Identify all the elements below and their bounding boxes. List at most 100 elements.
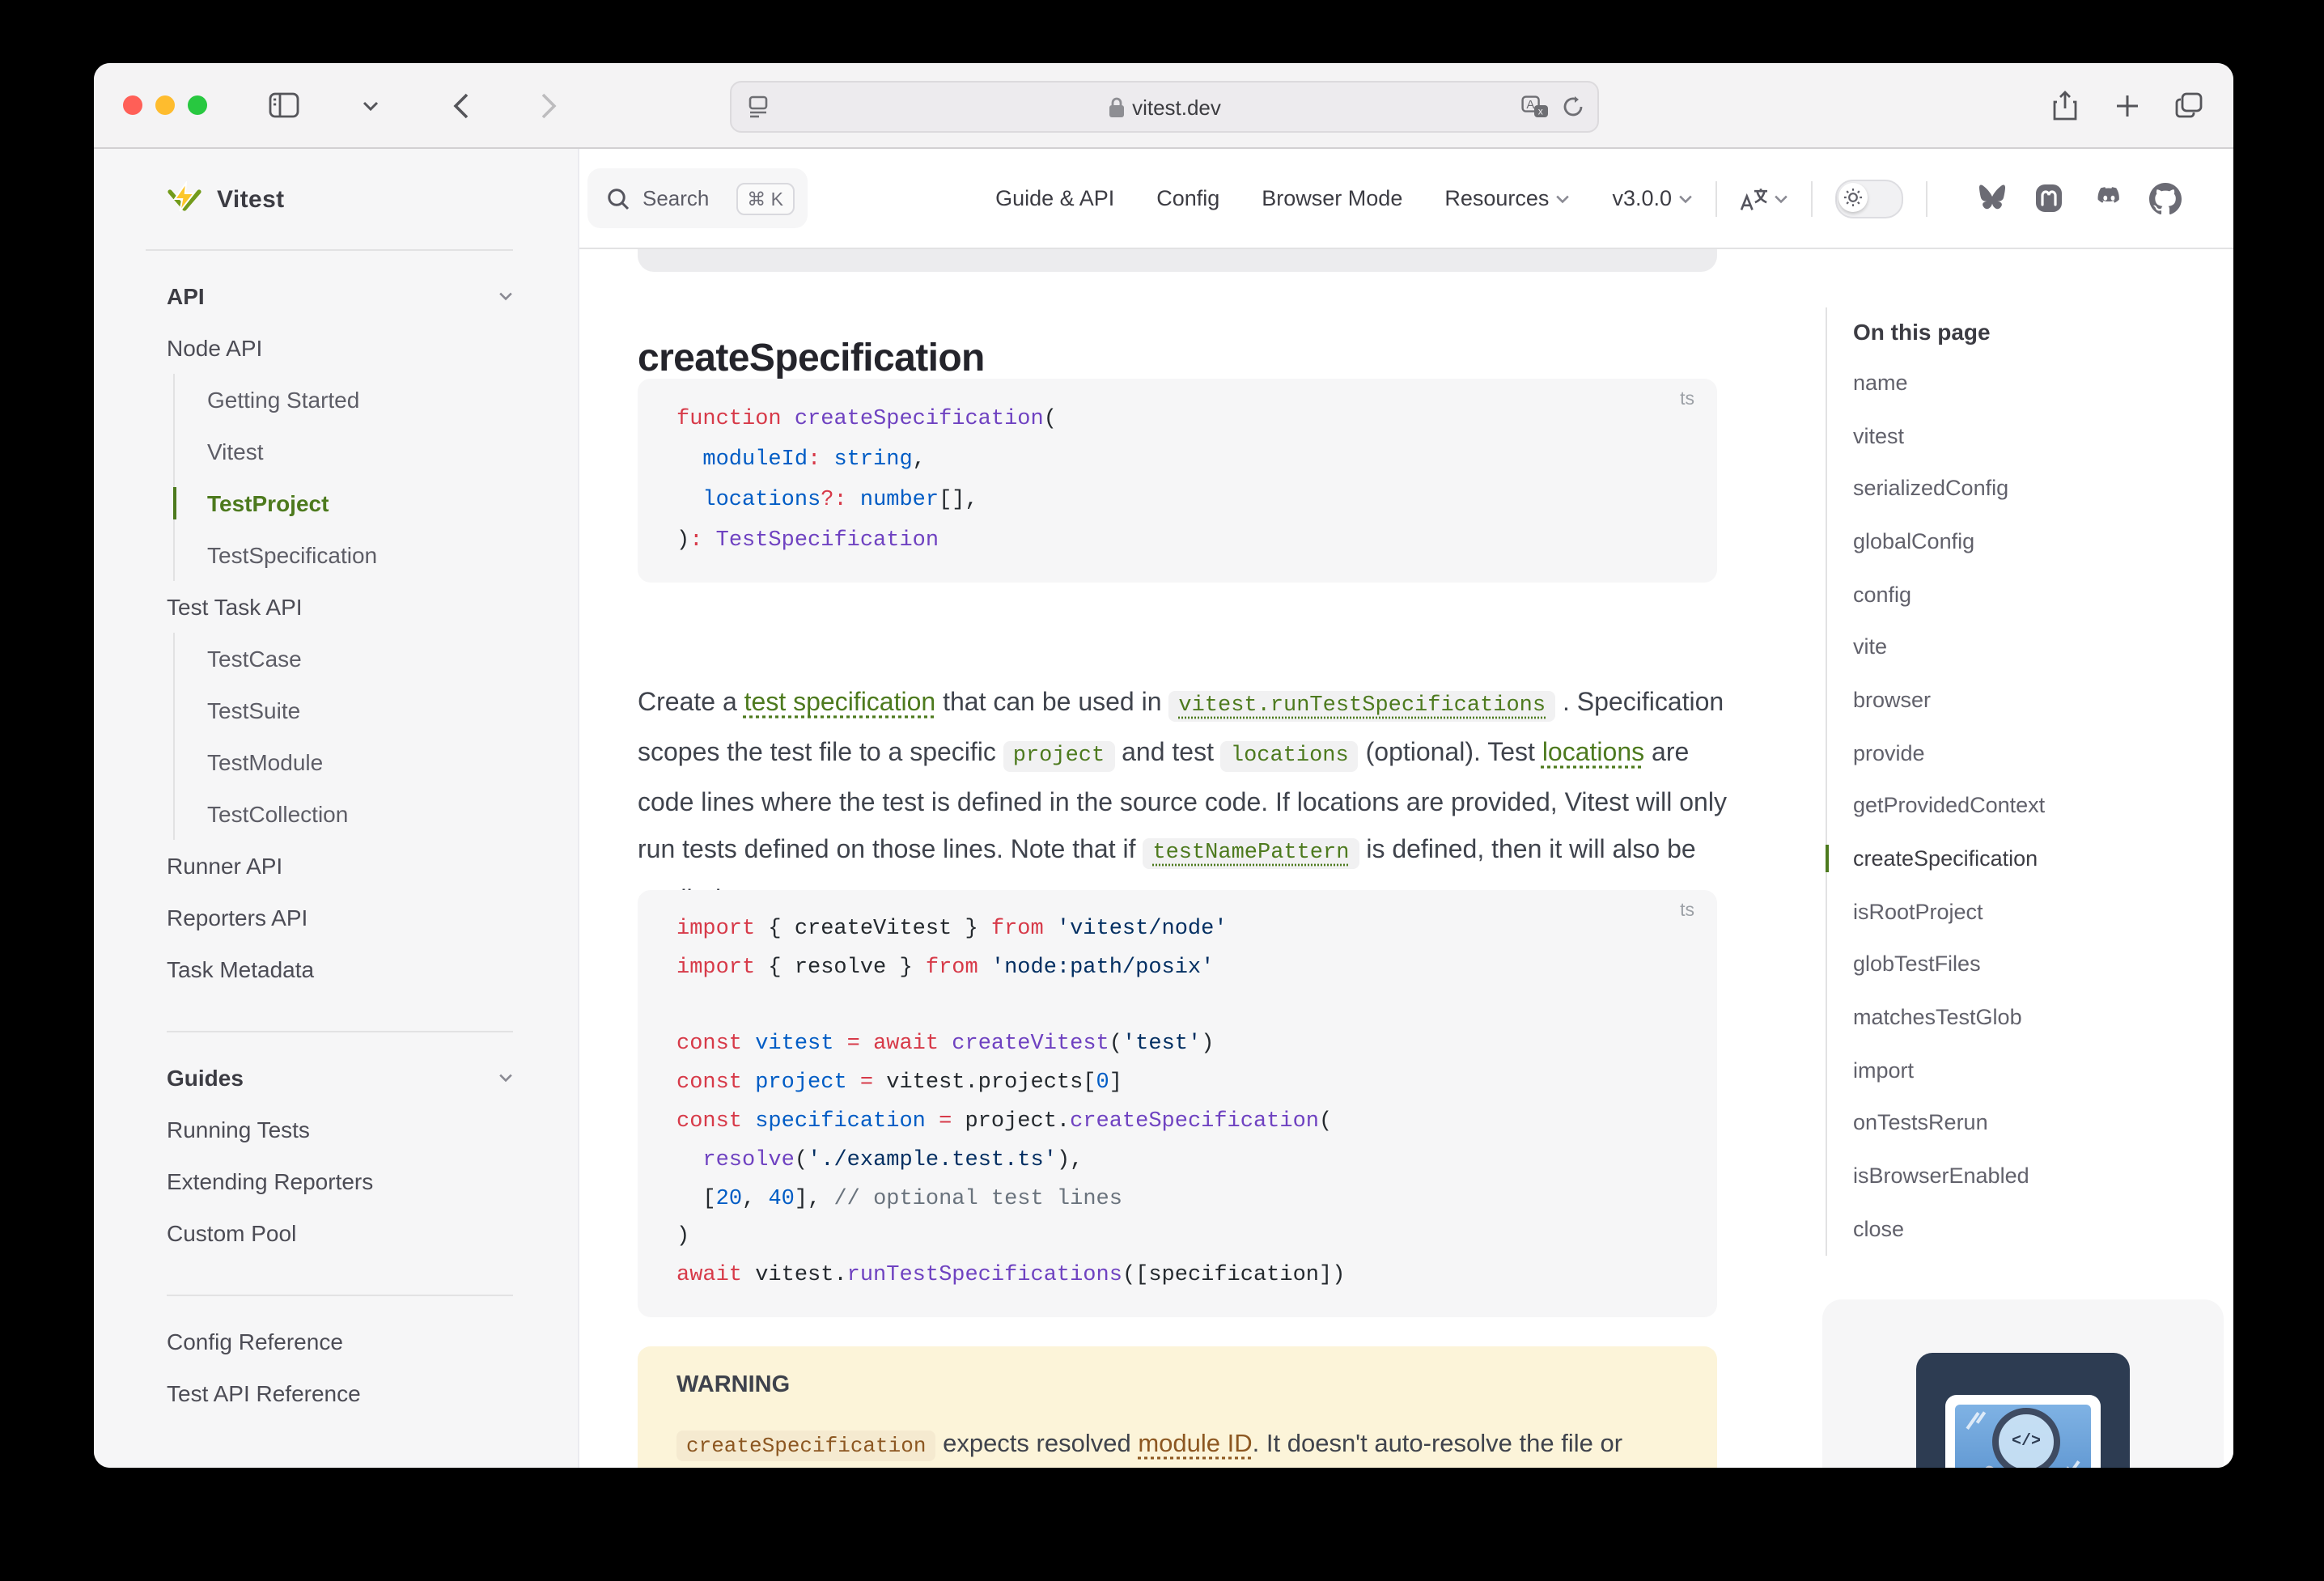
toc-item-getprovidedcontext[interactable]: getProvidedContext [1853, 779, 2198, 832]
address-bar[interactable]: vitest.dev A x [730, 81, 1599, 133]
sidebar-item-test-api-reference[interactable]: Test API Reference [167, 1367, 513, 1419]
sidebar-item-config-reference[interactable]: Config Reference [167, 1316, 513, 1367]
forward-button[interactable] [541, 63, 557, 147]
code-line: [20, 40], // optional test lines [676, 1180, 1678, 1219]
sidebar-toggle-icon[interactable] [269, 63, 299, 147]
social-links [1976, 182, 2182, 214]
code-line: import { createVitest } from 'vitest/nod… [676, 911, 1678, 950]
toc-item-vitest[interactable]: vitest [1853, 409, 2198, 461]
site-navbar: Search ⌘ K Guide & API Config Browser Mode… [579, 149, 2233, 249]
language-menu[interactable] [1740, 185, 1788, 211]
toc-item-config[interactable]: config [1853, 568, 2198, 621]
chevron-down-icon [498, 1073, 513, 1083]
sidebar-item-custom-pool[interactable]: Custom Pool [167, 1207, 513, 1259]
tab-overview-icon[interactable] [2175, 63, 2203, 147]
sidebar-item-getting started[interactable]: Getting Started [207, 374, 513, 426]
sidebar-item-testcase[interactable]: TestCase [207, 633, 513, 685]
mastodon-icon[interactable] [2034, 182, 2063, 214]
sidebar-item-running-tests[interactable]: Running Tests [167, 1104, 513, 1155]
nav-item-resources[interactable]: Resources [1444, 186, 1570, 210]
sponsor-card[interactable]: </> [1822, 1299, 2224, 1468]
toc-item-matchestestglob[interactable]: matchesTestGlob [1853, 991, 2198, 1044]
page-title: createSpecification [638, 337, 985, 382]
text-link[interactable]: module ID [1138, 1431, 1252, 1458]
toc-item-provide[interactable]: provide [1853, 727, 2198, 779]
toc-item-isbrowserenabled[interactable]: isBrowserEnabled [1853, 1150, 2198, 1202]
text-run: expects resolved [935, 1431, 1138, 1458]
code-search-icon: </> [1992, 1408, 2060, 1468]
toc-item-globtestfiles[interactable]: globTestFiles [1853, 938, 2198, 990]
nav-item-guide-api[interactable]: Guide & API [995, 186, 1114, 210]
close-window-button[interactable] [123, 95, 142, 115]
vitest-logo[interactable]: Vitest [167, 149, 513, 249]
navbar-divider [1811, 180, 1813, 216]
code-line: const specification = project.createSpec… [676, 1104, 1678, 1142]
sidebar-item-node-api[interactable]: Node API [167, 322, 513, 374]
back-button[interactable] [453, 63, 469, 147]
sidebar-item-testspecification[interactable]: TestSpecification [207, 529, 513, 581]
reload-icon[interactable] [1562, 83, 1584, 131]
sponsor-illustration: </> [1916, 1353, 2130, 1468]
nav-item-config[interactable]: Config [1156, 186, 1219, 210]
chevron-down-icon [1774, 193, 1788, 203]
toc-item-close[interactable]: close [1853, 1202, 2198, 1255]
toc-item-vite[interactable]: vite [1853, 621, 2198, 673]
bluesky-icon[interactable] [1976, 184, 2008, 213]
sidebar-group-title-api[interactable]: API [167, 270, 513, 322]
toc-item-createspecification[interactable]: createSpecification [1853, 832, 2198, 884]
doc-content: createSpecification ts function createSp… [579, 249, 2233, 1468]
sidebar-item-runner-api[interactable]: Runner API [167, 840, 513, 892]
code-line: import { resolve } from 'node:path/posix… [676, 950, 1678, 989]
toc-item-serializedconfig[interactable]: serializedConfig [1853, 462, 2198, 515]
sidebar: Vitest APINode APIGetting StartedVitestT… [94, 149, 579, 1468]
sidebar-item-extending-reporters[interactable]: Extending Reporters [167, 1155, 513, 1207]
lock-icon [1108, 96, 1124, 117]
toc-item-ontestsrerun[interactable]: onTestsRerun [1853, 1096, 2198, 1149]
warning-title: WARNING [676, 1372, 1678, 1398]
text-link[interactable]: test specification [744, 689, 936, 717]
zoom-window-button[interactable] [188, 95, 207, 115]
toolbar-chevron-down-icon[interactable] [363, 63, 379, 147]
sidebar-item-task-metadata[interactable]: Task Metadata [167, 943, 513, 995]
nav-item-browser-mode[interactable]: Browser Mode [1262, 186, 1402, 210]
nav-item-v3-0-0[interactable]: v3.0.0 [1612, 186, 1693, 210]
sidebar-item-test-task-api[interactable]: Test Task API [167, 581, 513, 633]
text-run: that can be used in [935, 689, 1168, 717]
svg-text:A: A [1526, 98, 1534, 112]
svg-text:x: x [1538, 106, 1543, 117]
toc-item-name[interactable]: name [1853, 356, 2198, 409]
inline-code-link[interactable]: vitest.runTestSpecifications [1168, 691, 1555, 722]
inline-code: project [1003, 741, 1114, 772]
sidebar-item-testproject[interactable]: TestProject [207, 477, 513, 529]
sidebar-item-vitest[interactable]: Vitest [207, 426, 513, 477]
sidebar-group-title-guides[interactable]: Guides [167, 1052, 513, 1104]
sidebar-item-testcollection[interactable]: TestCollection [207, 788, 513, 840]
github-icon[interactable] [2149, 182, 2182, 214]
code-line: moduleId: string, [676, 440, 1678, 481]
sidebar-item-testmodule[interactable]: TestModule [207, 736, 513, 788]
search-shortcut: ⌘ K [736, 182, 795, 214]
new-tab-icon[interactable] [2115, 63, 2140, 147]
toc-item-globalconfig[interactable]: globalConfig [1853, 515, 2198, 567]
code-line: resolve('./example.test.ts'), [676, 1142, 1678, 1181]
text-link[interactable]: locations [1542, 740, 1644, 767]
browser-window: vitest.dev A x [94, 63, 2233, 1468]
toc-item-isrootproject[interactable]: isRootProject [1853, 885, 2198, 938]
inline-code-link[interactable]: testNamePattern [1143, 838, 1359, 869]
search-placeholder: Search [642, 186, 723, 210]
sidebar-item-reporters-api[interactable]: Reporters API [167, 892, 513, 943]
search-input[interactable]: Search ⌘ K [587, 168, 808, 228]
monitor-icon: </> [1945, 1395, 2101, 1468]
share-icon[interactable] [2052, 63, 2078, 147]
discord-icon[interactable] [2089, 185, 2123, 211]
code-line: function createSpecification( [676, 400, 1678, 440]
theme-toggle[interactable] [1835, 179, 1903, 218]
minimize-window-button[interactable] [155, 95, 175, 115]
sidebar-divider [167, 1031, 513, 1032]
translate-icon[interactable]: A x [1521, 83, 1549, 131]
toc-item-import[interactable]: import [1853, 1044, 2198, 1096]
nav-item-label: Guide & API [995, 186, 1114, 210]
toc-item-browser[interactable]: browser [1853, 673, 2198, 726]
sidebar-subgroup: Getting StartedVitestTestProjectTestSpec… [173, 374, 513, 581]
sidebar-item-testsuite[interactable]: TestSuite [207, 685, 513, 736]
